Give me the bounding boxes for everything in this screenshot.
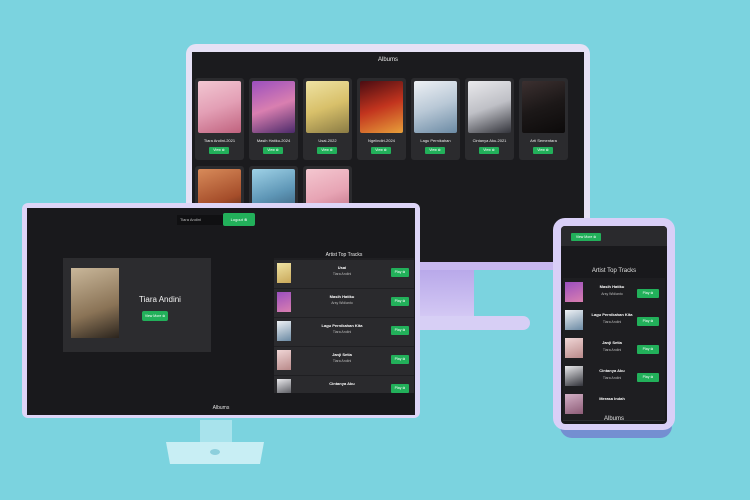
album-cover — [198, 81, 241, 133]
track-title: Lagu Pernikahan Kita — [591, 312, 633, 317]
album-card[interactable]: Tiara Andini-2021 View ⊗ — [195, 78, 244, 160]
album-card[interactable]: Usai-2022 View ⊗ — [303, 78, 352, 160]
album-view-button[interactable]: View ⊗ — [317, 147, 337, 154]
track-thumbnail — [277, 350, 291, 370]
album-card[interactable]: Cintanya Aku-2021 View ⊗ — [465, 78, 514, 160]
album-cover — [414, 81, 457, 133]
track-artist: Tiara Andini — [602, 320, 622, 324]
play-button[interactable]: Play ⊗ — [391, 384, 409, 393]
album-cover — [252, 81, 295, 133]
track-title: Usai — [337, 265, 347, 270]
play-button[interactable]: Play ⊗ — [637, 317, 659, 326]
phone-top-card: View More ⊗ — [561, 226, 667, 246]
logout-button[interactable]: Logout ⊗ — [223, 213, 255, 226]
artist-name: Tiara Andini — [139, 295, 181, 304]
track-title: Merasa Indah — [599, 396, 625, 401]
phone-view-more-button[interactable]: View More ⊗ — [571, 233, 601, 241]
track-artist: Tiara Andini — [602, 348, 622, 352]
artist-panel: Tiara Andini View More ⊗ — [63, 258, 211, 352]
track-row: Masih Hatiku Arsy Widianto Play ⊗ — [563, 278, 665, 309]
track-title: Masih Hatiku — [329, 294, 355, 299]
track-thumbnail — [565, 394, 583, 414]
play-button[interactable]: Play ⊗ — [391, 326, 409, 335]
track-thumbnail — [277, 321, 291, 341]
view-more-button[interactable]: View More ⊗ — [142, 311, 168, 321]
album-card[interactable]: Arti Sementara View ⊗ — [519, 78, 568, 160]
search-input[interactable]: Tiara Andini — [177, 215, 228, 225]
albums-footer-title: Albums — [212, 405, 230, 411]
track-artist: Arsy Widianto — [601, 292, 623, 296]
album-name: Usai-2022 — [318, 138, 337, 143]
track-row: Lagu Pernikahan Kita Tiara Andini Play ⊗ — [563, 306, 665, 337]
album-view-button[interactable]: View ⊗ — [533, 147, 553, 154]
track-artist: Tiara Andini — [602, 376, 622, 380]
album-card[interactable]: Lagu Pernikahan View ⊗ — [411, 78, 460, 160]
track-thumbnail — [565, 338, 583, 358]
album-name: Cintanya Aku-2021 — [472, 138, 507, 143]
track-row: Cintanya Aku Tiara Andini Play ⊗ — [563, 362, 665, 393]
play-button[interactable]: Play ⊗ — [391, 355, 409, 364]
album-cover — [360, 81, 403, 133]
track-artist: Tiara Andini — [332, 272, 352, 276]
album-view-button[interactable]: View ⊗ — [479, 147, 499, 154]
album-name: Ngelindiri-2024 — [368, 138, 395, 143]
album-card[interactable]: Masih Hatiku-2024 View ⊗ — [249, 78, 298, 160]
phone-screen: View More ⊗ Artist Top Tracks Masih Hati… — [561, 226, 667, 424]
track-title: Cintanya Aku — [599, 368, 625, 373]
artist-photo — [71, 268, 119, 338]
track-title: Cintanya Aku — [329, 381, 355, 386]
play-button[interactable]: Play ⊗ — [637, 373, 659, 382]
album-cover — [306, 81, 349, 133]
album-name: Lagu Pernikahan — [420, 138, 451, 143]
track-artist: Tiara Andini — [332, 359, 352, 363]
phone-albums-title: Albums — [603, 416, 624, 422]
track-row: Lagu Pernikahan Kita Tiara Andini Play ⊗ — [274, 318, 414, 346]
albums-section-title: Albums — [377, 57, 398, 63]
track-title: Janji Setia — [602, 340, 622, 345]
monitor-stand-neck — [414, 270, 474, 318]
track-row: Usai Tiara Andini Play ⊗ — [274, 260, 414, 288]
track-thumbnail — [565, 282, 583, 302]
track-thumbnail — [565, 310, 583, 330]
play-button[interactable]: Play ⊗ — [637, 345, 659, 354]
play-button[interactable]: Play ⊗ — [391, 268, 409, 277]
album-view-button[interactable]: View ⊗ — [425, 147, 445, 154]
track-thumbnail — [277, 379, 291, 393]
track-thumbnail — [277, 292, 291, 312]
track-title: Janji Setia — [332, 352, 352, 357]
track-artist: Arsy Widianto — [331, 301, 353, 305]
play-button[interactable]: Play ⊗ — [637, 289, 659, 298]
album-view-button[interactable]: View ⊗ — [371, 147, 391, 154]
album-cover — [522, 81, 565, 133]
album-card[interactable]: Ngelindiri-2024 View ⊗ — [357, 78, 406, 160]
album-name: Masih Hatiku-2024 — [256, 138, 291, 143]
track-thumbnail — [277, 263, 291, 283]
album-view-button[interactable]: View ⊗ — [209, 147, 229, 154]
track-row: Cintanya Aku Play ⊗ — [274, 376, 414, 393]
album-name: Tiara Andini-2021 — [203, 138, 236, 143]
track-title: Masih Hatiku — [599, 284, 625, 289]
laptop-stand — [160, 420, 270, 466]
album-name: Arti Sementara — [530, 138, 557, 143]
laptop-screen: Tiara Andini Logout ⊗ Tiara Andini View … — [27, 208, 415, 415]
track-row: Janji Setia Tiara Andini Play ⊗ — [563, 334, 665, 365]
track-row: Masih Hatiku Arsy Widianto Play ⊗ — [274, 289, 414, 317]
track-thumbnail — [565, 366, 583, 386]
album-cover — [468, 81, 511, 133]
track-row: Janji Setia Tiara Andini Play ⊗ — [274, 347, 414, 375]
phone-top-tracks-title: Artist Top Tracks — [591, 268, 637, 274]
play-button[interactable]: Play ⊗ — [391, 297, 409, 306]
track-title: Lagu Pernikahan Kita — [321, 323, 363, 328]
track-artist: Tiara Andini — [332, 330, 352, 334]
album-view-button[interactable]: View ⊗ — [263, 147, 283, 154]
top-tracks-list: Usai Tiara Andini Play ⊗ Masih Hatiku Arsy W… — [274, 258, 414, 393]
